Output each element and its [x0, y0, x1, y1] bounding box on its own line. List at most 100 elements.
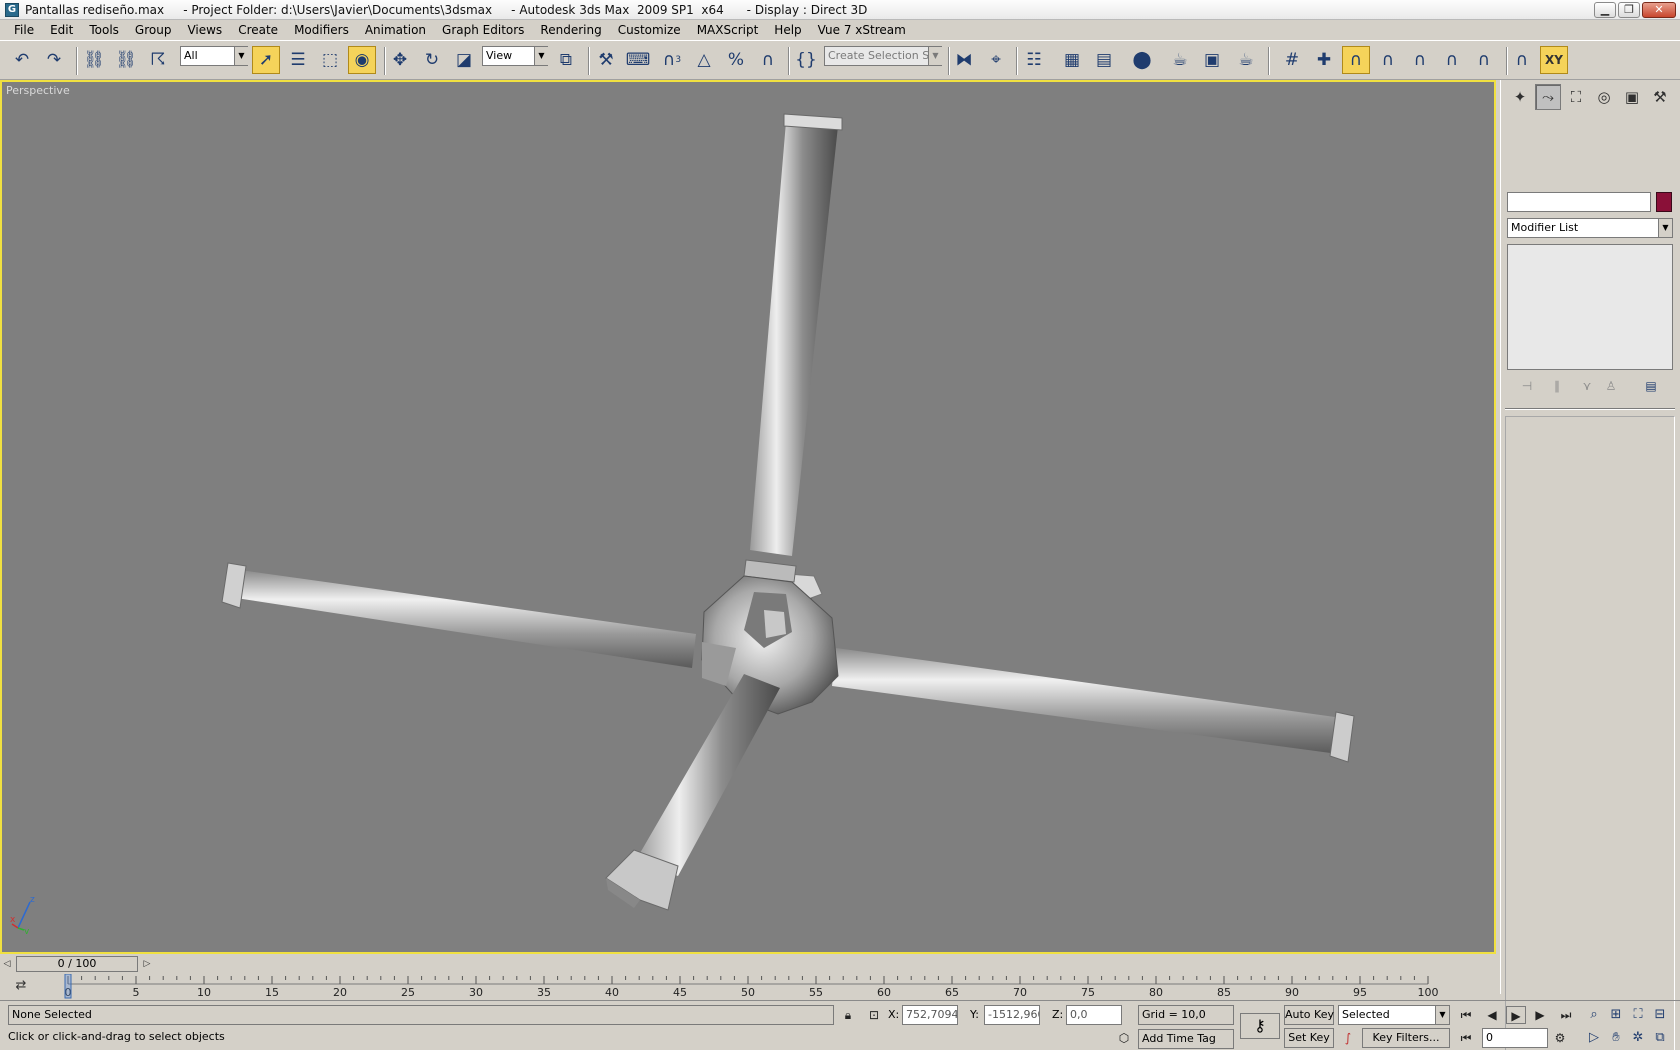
rendered-frame-window-icon[interactable]: ▣ — [1198, 46, 1226, 74]
set-key-icon[interactable]: ⚷ — [1240, 1013, 1280, 1039]
rectangular-selection-icon[interactable]: ⬚ — [316, 46, 344, 74]
key-mode-dropdown[interactable]: Selected ▼ — [1338, 1005, 1450, 1025]
current-frame-field[interactable]: 0 — [1482, 1028, 1548, 1048]
bind-to-space-warp-icon[interactable]: ☈ — [144, 46, 172, 74]
x-coordinate-field[interactable]: 752,7094 — [902, 1005, 958, 1025]
mini-curve-editor-icon[interactable]: ⇄ — [10, 978, 32, 996]
zoom-all-icon[interactable]: ⊞ — [1606, 1006, 1626, 1024]
pan-view-icon[interactable]: ✋︎ — [1606, 1029, 1626, 1047]
select-and-move-icon[interactable]: ✥ — [386, 46, 414, 74]
previous-frame-icon[interactable]: ◀ — [1482, 1006, 1502, 1024]
add-time-tag-button[interactable]: Add Time Tag — [1138, 1029, 1234, 1049]
select-object-icon[interactable]: ➚ — [252, 46, 280, 74]
edit-named-selection-icon[interactable]: {} — [792, 46, 820, 74]
time-slider-thumb[interactable]: 0 / 100 — [16, 956, 138, 972]
angle-snap-icon[interactable]: △ — [690, 46, 718, 74]
next-frame-icon[interactable]: ▶ — [1530, 1006, 1550, 1024]
undo-icon[interactable]: ↶ — [8, 46, 36, 74]
select-and-scale-icon[interactable]: ◪ — [450, 46, 478, 74]
menu-group[interactable]: Group — [127, 20, 180, 40]
auto-key-button[interactable]: Auto Key — [1284, 1005, 1334, 1025]
modifier-list-dropdown[interactable]: Modifier List ▼ — [1507, 218, 1673, 238]
percent-snap-icon[interactable]: % — [722, 46, 750, 74]
perspective-viewport[interactable]: Perspective z x y — [0, 80, 1496, 954]
motion-tab-icon[interactable]: ◎ — [1591, 84, 1617, 110]
snap-pivot-icon[interactable]: ✚ — [1310, 46, 1338, 74]
object-color-swatch[interactable] — [1656, 192, 1672, 212]
next-frame-arrow-icon[interactable]: ▷ — [140, 956, 154, 972]
curve-editor-icon[interactable]: ▤ — [1090, 46, 1118, 74]
play-icon[interactable]: ▶ — [1506, 1006, 1526, 1024]
menu-vue-xstream[interactable]: Vue 7 xStream — [810, 20, 914, 40]
hierarchy-tab-icon[interactable]: ⛶ — [1563, 84, 1589, 110]
mirror-icon[interactable]: ⧓ — [950, 46, 978, 74]
app-icon[interactable]: G — [5, 2, 19, 17]
render-setup-icon[interactable]: ☕ — [1166, 46, 1194, 74]
selection-lock-icon[interactable]: 🔒︎ — [838, 1006, 858, 1024]
viewport-label[interactable]: Perspective — [6, 84, 70, 97]
window-crossing-icon[interactable]: ◉ — [348, 46, 376, 74]
menu-maxscript[interactable]: MAXScript — [689, 20, 767, 40]
quick-render-icon[interactable]: ☕ — [1232, 46, 1260, 74]
reference-coordinate-dropdown[interactable]: View ▼ — [482, 46, 548, 66]
set-key-button[interactable]: Set Key — [1284, 1028, 1334, 1048]
select-and-rotate-icon[interactable]: ↻ — [418, 46, 446, 74]
y-coordinate-field[interactable]: -1512,9609 — [984, 1005, 1040, 1025]
previous-frame-arrow-icon[interactable]: ◁ — [0, 956, 14, 972]
select-by-name-icon[interactable]: ☰ — [284, 46, 312, 74]
snaps-toggle-icon[interactable]: ∩ 3 — [658, 46, 686, 74]
menu-animation[interactable]: Animation — [357, 20, 434, 40]
minimize-button[interactable]: ▁ — [1594, 2, 1616, 18]
menu-modifiers[interactable]: Modifiers — [286, 20, 357, 40]
selection-filter-dropdown[interactable]: All ▼ — [180, 46, 248, 66]
make-unique-icon[interactable]: ⋎ — [1577, 376, 1597, 396]
menu-graph-editors[interactable]: Graph Editors — [434, 20, 532, 40]
go-to-end-icon[interactable]: ⏭ — [1556, 1006, 1576, 1024]
absolute-mode-icon[interactable]: ⊡ — [864, 1006, 884, 1024]
layer-manager-icon[interactable]: ☷ — [1020, 46, 1048, 74]
keyboard-shortcut-override-icon[interactable]: ⌨ — [624, 46, 652, 74]
maximize-button[interactable]: ❐ — [1618, 2, 1640, 18]
snaps-grid-icon[interactable]: # — [1278, 46, 1306, 74]
create-tab-icon[interactable]: ✦ — [1507, 84, 1533, 110]
display-tab-icon[interactable]: ▣ — [1619, 84, 1645, 110]
snap-options-icon[interactable]: ∩ — [1508, 46, 1536, 74]
current-frame-marker[interactable] — [64, 974, 72, 999]
material-editor-icon[interactable]: ⬤ — [1128, 46, 1156, 74]
menu-tools[interactable]: Tools — [81, 20, 127, 40]
snap-vertex-icon[interactable]: ∩ — [1342, 46, 1370, 74]
modifier-stack[interactable] — [1507, 244, 1673, 370]
modify-tab-icon[interactable]: ⤳ — [1535, 84, 1561, 110]
select-and-manipulate-icon[interactable]: ⚒ — [592, 46, 620, 74]
configure-modifier-sets-icon[interactable]: ▤ — [1641, 376, 1661, 396]
go-to-start-icon[interactable]: ⏮ — [1456, 1006, 1476, 1024]
graphite-ribbon-icon[interactable]: ▦ — [1058, 46, 1086, 74]
redo-icon[interactable]: ↷ — [40, 46, 68, 74]
menu-views[interactable]: Views — [179, 20, 230, 40]
remove-modifier-icon[interactable]: ♙ — [1601, 376, 1621, 396]
track-bar[interactable]: ⇄ 05101520253035404550556065707580859095… — [0, 974, 1496, 1000]
time-slider[interactable]: ◁ 0 / 100 ▷ — [0, 954, 1496, 974]
show-end-result-icon[interactable]: ∥ — [1547, 376, 1567, 396]
arc-rotate-icon[interactable]: ✲ — [1628, 1029, 1648, 1047]
snap-midpoint-icon[interactable]: ∩ — [1406, 46, 1434, 74]
pivot-center-icon[interactable]: ⧉ — [552, 46, 580, 74]
menu-rendering[interactable]: Rendering — [532, 20, 609, 40]
snap-endpoint-icon[interactable]: ∩ — [1374, 46, 1402, 74]
named-selection-set-dropdown[interactable]: Create Selection Set ▼ — [824, 46, 942, 66]
time-configuration-icon[interactable]: ⚙ — [1550, 1029, 1570, 1047]
frame-ruler[interactable]: 0510152025303540455055606570758085909510… — [56, 974, 1440, 1000]
menu-customize[interactable]: Customize — [610, 20, 689, 40]
field-of-view-icon[interactable]: ▷ — [1584, 1029, 1604, 1047]
menu-file[interactable]: File — [6, 20, 42, 40]
key-filters-button[interactable]: Key Filters... — [1362, 1028, 1450, 1048]
object-name-field[interactable] — [1507, 192, 1651, 212]
spinner-snap-icon[interactable]: ∩ — [754, 46, 782, 74]
select-and-link-icon[interactable]: ⛓ — [80, 46, 108, 74]
snap-face-icon[interactable]: ∩ — [1470, 46, 1498, 74]
pin-stack-icon[interactable]: ⊣ — [1517, 376, 1537, 396]
key-mode-toggle-icon[interactable]: ⏮ — [1456, 1029, 1476, 1047]
zoom-extents-all-icon[interactable]: ⊟ — [1650, 1006, 1670, 1024]
align-icon[interactable]: ⌖ — [982, 46, 1010, 74]
close-button[interactable]: ✕ — [1642, 2, 1676, 18]
